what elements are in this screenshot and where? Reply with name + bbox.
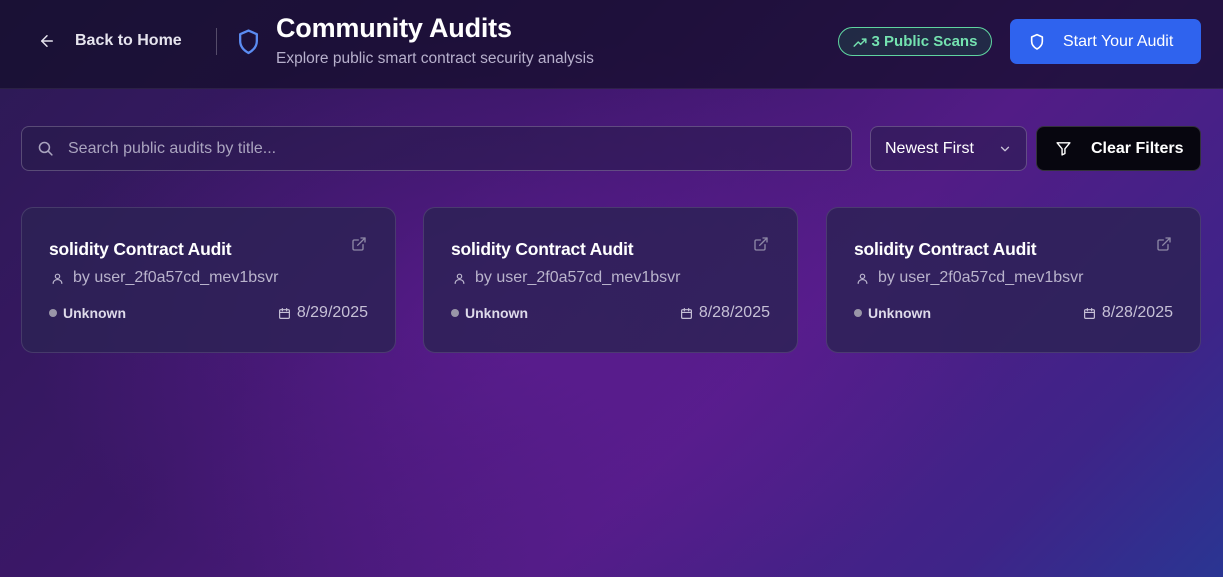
search-input[interactable] (68, 139, 828, 158)
audit-card-date-value: 8/28/2025 (698, 304, 770, 321)
status-dot (451, 309, 459, 317)
page-subtitle: Explore public smart contract security a… (276, 50, 594, 67)
sort-dropdown[interactable]: Newest First (870, 126, 1027, 171)
calendar-icon (680, 307, 692, 319)
shield-icon (1030, 33, 1044, 50)
external-link-icon[interactable] (351, 236, 367, 252)
status-label: Unknown (868, 305, 931, 321)
status-dot (49, 309, 57, 317)
start-audit-label: Start Your Audit (1063, 32, 1174, 50)
calendar-icon (1083, 307, 1095, 319)
audit-card-date: 8/28/2025 (1083, 304, 1173, 322)
status-badge: Unknown (49, 305, 126, 321)
audit-card-date-value: 8/29/2025 (296, 304, 368, 321)
audit-card-title: solidity Contract Audit (49, 239, 232, 259)
status-label: Unknown (465, 305, 528, 321)
user-icon (857, 273, 868, 284)
audit-card[interactable]: solidity Contract Audit by user_2f0a57cd… (423, 207, 798, 353)
external-link-icon[interactable] (753, 236, 769, 252)
audit-card-date: 8/29/2025 (278, 304, 368, 322)
header-divider (216, 28, 217, 55)
clear-filters-label: Clear Filters (1091, 139, 1184, 157)
filter-icon (1056, 142, 1071, 156)
arrow-left-icon (41, 35, 53, 47)
back-to-home-link[interactable]: Back to Home (38, 29, 182, 53)
user-icon (52, 273, 63, 284)
public-scans-badge: 3 Public Scans (838, 27, 992, 56)
status-dot (854, 309, 862, 317)
search-icon (38, 141, 53, 156)
audit-card-author: by user_2f0a57cd_mev1bsvr (856, 268, 1083, 288)
start-audit-button[interactable]: Start Your Audit (1010, 19, 1201, 64)
page-title: Community Audits (276, 13, 512, 43)
audit-card[interactable]: solidity Contract Audit by user_2f0a57cd… (21, 207, 396, 353)
audit-card-author: by user_2f0a57cd_mev1bsvr (51, 268, 278, 288)
status-label: Unknown (63, 305, 126, 321)
external-link-icon[interactable] (1156, 236, 1172, 252)
user-icon (454, 273, 465, 284)
status-badge: Unknown (854, 305, 931, 321)
audit-card-author-name: by user_2f0a57cd_mev1bsvr (878, 269, 1084, 286)
audit-card-title: solidity Contract Audit (451, 239, 634, 259)
audit-card-author: by user_2f0a57cd_mev1bsvr (453, 268, 680, 288)
shield-icon (239, 29, 258, 55)
audit-card-title: solidity Contract Audit (854, 239, 1037, 259)
calendar-icon (278, 307, 290, 319)
audit-card-date: 8/28/2025 (680, 304, 770, 322)
trending-up-icon (852, 37, 867, 47)
sort-selected-value: Newest First (885, 139, 974, 157)
clear-filters-button[interactable]: Clear Filters (1036, 126, 1201, 171)
audit-card-author-name: by user_2f0a57cd_mev1bsvr (73, 269, 279, 286)
audit-card-author-name: by user_2f0a57cd_mev1bsvr (475, 269, 681, 286)
top-header: Back to Home Community Audits Explore pu… (0, 0, 1223, 89)
search-bar[interactable] (21, 126, 852, 171)
back-link-label: Back to Home (75, 32, 182, 49)
audit-card-date-value: 8/28/2025 (1101, 304, 1173, 321)
chevron-down-icon (1000, 146, 1010, 152)
status-badge: Unknown (451, 305, 528, 321)
public-scans-label: 3 Public Scans (871, 33, 978, 50)
audit-card[interactable]: solidity Contract Audit by user_2f0a57cd… (826, 207, 1201, 353)
